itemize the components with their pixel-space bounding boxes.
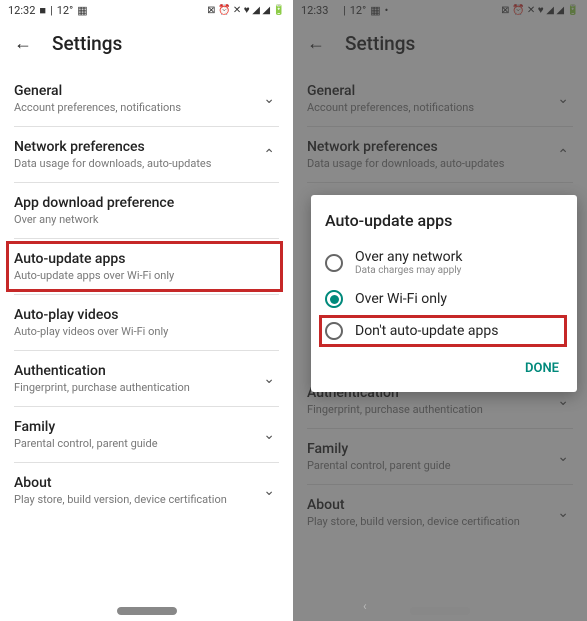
section-sub: Data usage for downloads, auto-updates: [14, 157, 259, 170]
section-general[interactable]: General Account preferences, notificatio…: [307, 71, 573, 127]
chevron-down-icon: ⌄: [259, 371, 279, 387]
section-network-preferences[interactable]: Network preferences Data usage for downl…: [307, 127, 573, 183]
radio-label: Over Wi-Fi only: [355, 291, 563, 307]
radio-icon[interactable]: [325, 254, 343, 272]
status-dot-icon: •: [385, 4, 389, 17]
done-button[interactable]: DONE: [521, 355, 563, 382]
status-app-icon: ▦: [370, 4, 380, 17]
section-sub: Data usage for downloads, auto-updates: [307, 157, 553, 170]
chevron-down-icon: ⌄: [553, 449, 573, 465]
nav-home-pill[interactable]: [410, 607, 470, 615]
section-sub: Parental control, parent guide: [307, 459, 553, 472]
phone-screen-left: 12:32 ■ | 12° ▦ ⊠ ⏰ ✕ ♥ ◢ ◢ 🔋 ← Settings…: [0, 0, 293, 621]
chevron-up-icon: ⌃: [553, 147, 573, 163]
chevron-down-icon: ⌄: [553, 393, 573, 409]
radio-label: Don't auto-update apps: [355, 323, 563, 339]
status-square-icon: □: [332, 4, 339, 17]
section-title: Family: [307, 441, 553, 457]
section-sub: Auto-play videos over Wi-Fi only: [14, 325, 279, 338]
chevron-down-icon: ⌄: [553, 505, 573, 521]
section-sub: Over any network: [14, 213, 279, 226]
auto-update-dialog: Auto-update apps Over any network Data c…: [311, 195, 577, 392]
settings-list: General Account preferences, notificatio…: [0, 71, 293, 518]
status-icons: ⊠ ⏰ ✕ ♥ ◢ ◢ 🔋: [501, 5, 579, 16]
section-sub: Parental control, parent guide: [14, 437, 259, 450]
radio-icon-selected[interactable]: [325, 290, 343, 308]
header: ← Settings: [293, 20, 587, 71]
section-auto-play-videos[interactable]: Auto-play videos Auto-play videos over W…: [14, 295, 279, 351]
section-sub: Auto-update apps over Wi-Fi only: [14, 269, 279, 282]
section-network-preferences[interactable]: Network preferences Data usage for downl…: [14, 127, 279, 183]
nav-home-pill[interactable]: [117, 607, 177, 615]
section-title: About: [307, 497, 553, 513]
radio-over-any-network[interactable]: Over any network Data charges may apply: [325, 242, 563, 283]
section-sub: Account preferences, notifications: [14, 101, 259, 114]
section-general[interactable]: General Account preferences, notificatio…: [14, 71, 279, 127]
section-app-download-preference[interactable]: App download preference Over any network: [14, 183, 279, 239]
section-title: Family: [14, 419, 259, 435]
status-time: 12:33: [301, 4, 328, 17]
chevron-up-icon: ⌃: [259, 147, 279, 163]
section-authentication[interactable]: Authentication Fingerprint, purchase aut…: [14, 351, 279, 407]
status-app-icon: ▦: [77, 4, 87, 17]
section-sub: Play store, build version, device certif…: [14, 493, 259, 506]
section-family[interactable]: Family Parental control, parent guide ⌄: [14, 407, 279, 463]
back-arrow-icon[interactable]: ←: [14, 33, 32, 54]
section-title: Network preferences: [14, 139, 259, 155]
section-family[interactable]: Family Parental control, parent guide ⌄: [307, 429, 573, 485]
radio-dont-auto-update[interactable]: Don't auto-update apps: [325, 315, 563, 347]
chevron-down-icon: ⌄: [553, 91, 573, 107]
section-title: General: [14, 83, 259, 99]
radio-label: Over any network: [355, 249, 563, 265]
phone-screen-right: 12:33 □ | 12° ▦ • ⊠ ⏰ ✕ ♥ ◢ ◢ 🔋 ← Settin…: [293, 0, 587, 621]
section-about[interactable]: About Play store, build version, device …: [307, 485, 573, 540]
chevron-down-icon: ⌄: [259, 91, 279, 107]
section-title: App download preference: [14, 195, 279, 211]
header: ← Settings: [0, 20, 293, 71]
status-icons: ⊠ ⏰ ✕ ♥ ◢ ◢ 🔋: [207, 5, 285, 16]
section-title: Authentication: [14, 363, 259, 379]
section-sub: Fingerprint, purchase authentication: [307, 403, 553, 416]
radio-icon[interactable]: [325, 322, 343, 340]
section-sub: Account preferences, notifications: [307, 101, 553, 114]
chevron-down-icon: ⌄: [259, 427, 279, 443]
chevron-down-icon: ⌄: [259, 483, 279, 499]
status-temp: 12°: [57, 4, 73, 17]
section-sub: Fingerprint, purchase authentication: [14, 381, 259, 394]
radio-over-wifi-only[interactable]: Over Wi-Fi only: [325, 283, 563, 315]
section-about[interactable]: About Play store, build version, device …: [14, 463, 279, 518]
section-title: Auto-update apps: [14, 251, 279, 267]
nav-bar: [293, 607, 587, 615]
status-bar: 12:32 ■ | 12° ▦ ⊠ ⏰ ✕ ♥ ◢ ◢ 🔋: [0, 0, 293, 20]
status-temp: 12°: [350, 4, 366, 17]
status-square-icon: ■: [39, 4, 46, 17]
page-title: Settings: [52, 32, 122, 55]
section-title: Auto-play videos: [14, 307, 279, 323]
section-sub: Play store, build version, device certif…: [307, 515, 553, 528]
back-arrow-icon[interactable]: ←: [307, 33, 325, 54]
nav-bar: [0, 607, 293, 615]
section-title: Network preferences: [307, 139, 553, 155]
section-auto-update-apps[interactable]: Auto-update apps Auto-update apps over W…: [14, 239, 279, 295]
status-bar: 12:33 □ | 12° ▦ • ⊠ ⏰ ✕ ♥ ◢ ◢ 🔋: [293, 0, 587, 20]
section-title: General: [307, 83, 553, 99]
status-divider-icon: |: [343, 4, 346, 17]
page-title: Settings: [345, 32, 415, 55]
dialog-title: Auto-update apps: [325, 211, 563, 230]
radio-sub: Data charges may apply: [355, 265, 563, 276]
status-divider-icon: |: [50, 4, 53, 17]
section-title: About: [14, 475, 259, 491]
status-time: 12:32: [8, 4, 35, 17]
